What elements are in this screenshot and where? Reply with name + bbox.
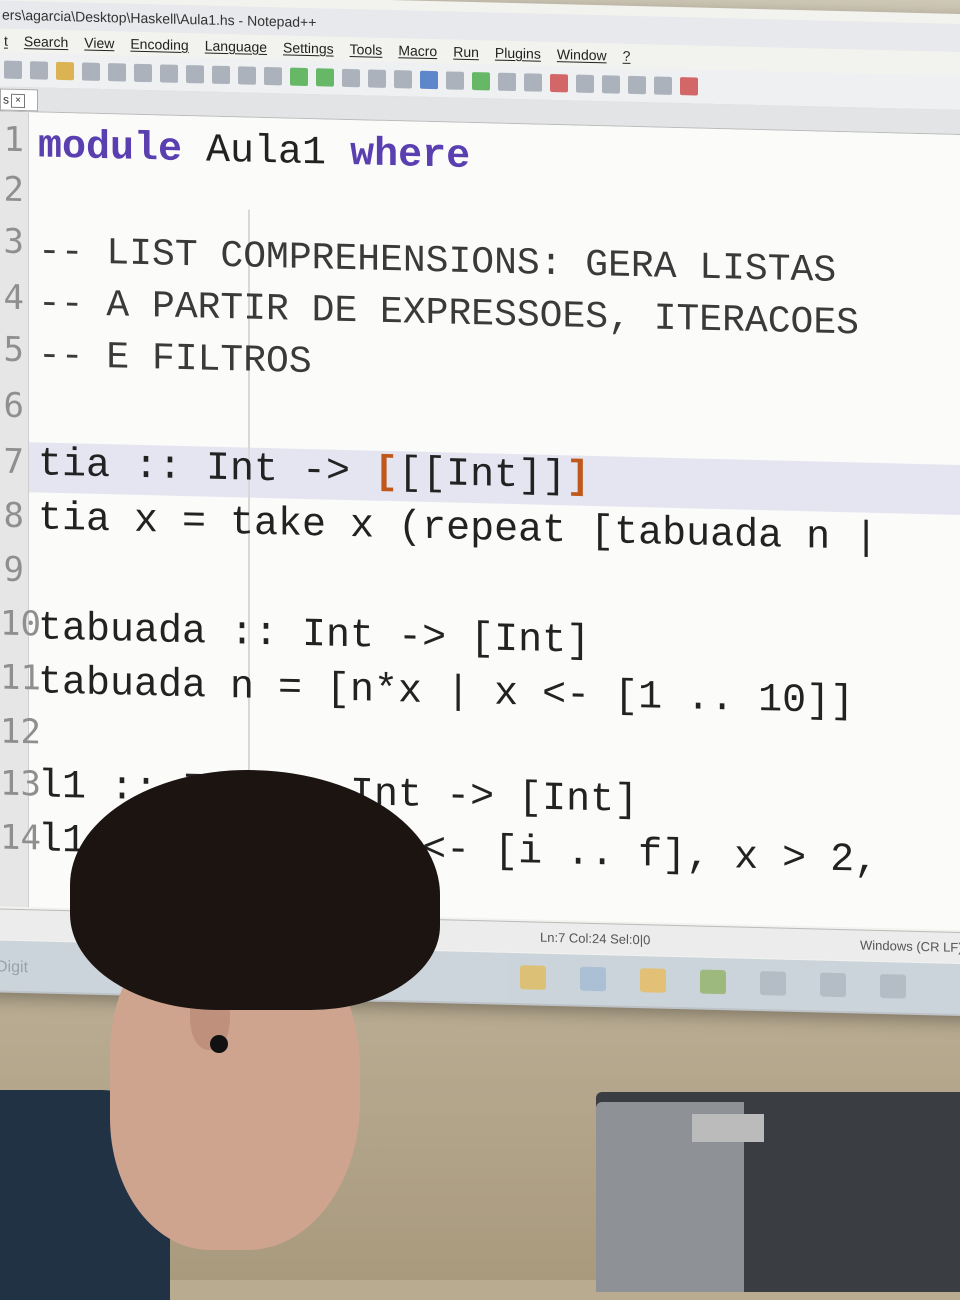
line-number: 7 bbox=[3, 441, 24, 483]
menu-item-window[interactable]: Window bbox=[557, 46, 607, 63]
line-number: 11 bbox=[0, 657, 41, 699]
line-number: 12 bbox=[0, 711, 41, 753]
mail-icon[interactable] bbox=[580, 966, 606, 992]
chrome-icon[interactable] bbox=[640, 968, 666, 993]
line-number: 3 bbox=[3, 221, 24, 263]
close-file-icon[interactable] bbox=[56, 61, 74, 81]
menu-item-view[interactable]: View bbox=[84, 35, 114, 52]
menu-item-tools[interactable]: Tools bbox=[350, 41, 383, 58]
menu-item-file[interactable]: t bbox=[4, 33, 8, 49]
print-icon[interactable] bbox=[82, 62, 100, 81]
computer-sticker bbox=[692, 1114, 764, 1142]
spell-check-icon[interactable] bbox=[680, 77, 698, 96]
menu-item-help[interactable]: ? bbox=[623, 48, 631, 64]
line-number: 9 bbox=[3, 549, 24, 591]
code-line: -- E FILTROS bbox=[38, 334, 312, 385]
student-foreground bbox=[0, 770, 440, 1300]
menu-item-encoding[interactable]: Encoding bbox=[130, 36, 188, 53]
replace-icon[interactable] bbox=[264, 66, 282, 86]
copy-icon[interactable] bbox=[134, 63, 152, 83]
indent-guide-icon[interactable] bbox=[420, 70, 438, 90]
line-number: 1 bbox=[3, 119, 24, 161]
redo-icon[interactable] bbox=[212, 65, 230, 85]
menu-item-run[interactable]: Run bbox=[453, 44, 479, 61]
save-all-icon[interactable] bbox=[30, 61, 48, 80]
record-macro-icon[interactable] bbox=[550, 73, 568, 93]
line-number: 4 bbox=[3, 277, 24, 319]
status-cursor-position: Ln:7 Col:24 Sel:0|0 bbox=[540, 929, 651, 948]
close-icon[interactable]: × bbox=[11, 93, 25, 108]
menu-item-macro[interactable]: Macro bbox=[398, 42, 437, 59]
folder-workspace-icon[interactable] bbox=[498, 72, 516, 92]
tab-aula1[interactable]: s × bbox=[0, 88, 38, 112]
tab-label: s bbox=[3, 92, 9, 107]
save-icon[interactable] bbox=[4, 60, 22, 80]
code-line: tabuada n = [n*x | x <- [1 .. 10]] bbox=[38, 660, 855, 726]
line-number: 10 bbox=[0, 603, 41, 645]
run-macro-multiple-icon[interactable] bbox=[628, 75, 646, 95]
play-macro-icon[interactable] bbox=[602, 75, 620, 94]
menu-item-language[interactable]: Language bbox=[205, 37, 267, 55]
line-number: 8 bbox=[3, 495, 24, 537]
cut-icon[interactable] bbox=[108, 63, 126, 82]
line-number: 5 bbox=[3, 329, 24, 371]
save-macro-icon[interactable] bbox=[654, 76, 672, 95]
menu-item-settings[interactable]: Settings bbox=[283, 39, 334, 56]
undo-icon[interactable] bbox=[186, 65, 204, 84]
sync-vertical-icon[interactable] bbox=[342, 68, 360, 88]
line-number: 6 bbox=[3, 385, 24, 427]
word-wrap-icon[interactable] bbox=[394, 70, 412, 89]
function-list-icon[interactable] bbox=[472, 72, 490, 91]
hair bbox=[70, 770, 440, 1010]
find-icon[interactable] bbox=[238, 66, 256, 85]
menu-item-search[interactable]: Search bbox=[24, 33, 68, 50]
sync-horizontal-icon[interactable] bbox=[368, 69, 386, 88]
code-line: -- A PARTIR DE EXPRESSOES, ITERACOES bbox=[38, 282, 859, 346]
doc-map-icon[interactable] bbox=[446, 71, 464, 90]
zoom-out-icon[interactable] bbox=[316, 68, 334, 87]
app-icon[interactable] bbox=[880, 973, 906, 999]
monitoring-icon[interactable] bbox=[524, 73, 542, 92]
stop-macro-icon[interactable] bbox=[576, 74, 594, 94]
status-eol: Windows (CR LF) bbox=[860, 937, 960, 956]
paste-icon[interactable] bbox=[160, 64, 178, 83]
file-explorer-icon[interactable] bbox=[520, 965, 546, 990]
notepadpp-icon[interactable] bbox=[700, 969, 726, 995]
line-number: 2 bbox=[3, 169, 24, 211]
code-line: -- LIST COMPREHENSIONS: GERA LISTAS bbox=[38, 230, 837, 293]
ear-gauge bbox=[210, 1035, 228, 1053]
app-icon[interactable] bbox=[820, 972, 846, 998]
code-line: module Aula1 where bbox=[38, 124, 471, 180]
code-line: tabuada :: Int -> [Int] bbox=[38, 606, 591, 665]
zoom-in-icon[interactable] bbox=[290, 67, 308, 87]
menu-item-plugins[interactable]: Plugins bbox=[495, 45, 541, 62]
desktop-computer-case bbox=[596, 1092, 960, 1292]
app-icon[interactable] bbox=[760, 971, 786, 996]
